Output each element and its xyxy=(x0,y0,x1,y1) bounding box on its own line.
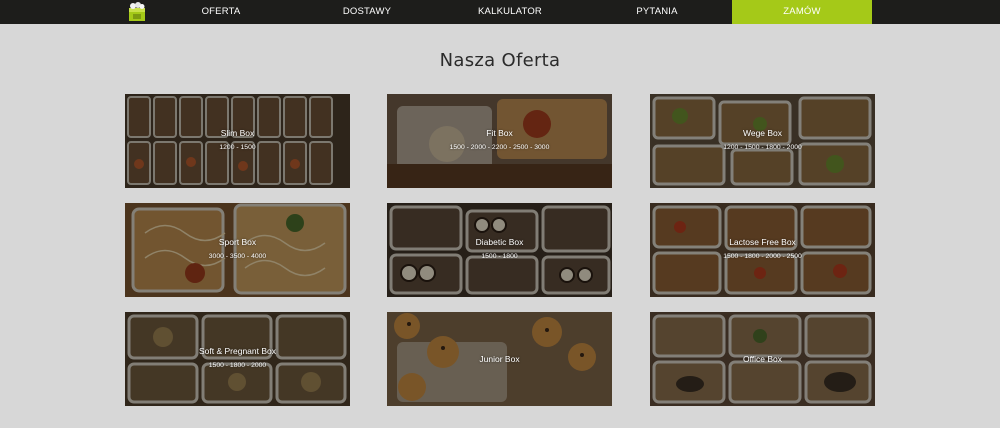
offer-kcal-options: 3000 - 3500 - 4000 xyxy=(208,253,267,260)
offer-kcal-options: 1200 - 1500 - 1800 - 2000 xyxy=(723,144,802,151)
offer-kcal-options: 1200 - 1500 xyxy=(219,144,256,151)
offer-name: Diabetic Box xyxy=(475,237,524,247)
nav-pytania[interactable]: PYTANIA xyxy=(612,0,702,24)
offer-card-wege-box[interactable]: Wege Box 1200 - 1500 - 1800 - 2000 xyxy=(650,94,875,188)
nav-oferta[interactable]: OFERTA xyxy=(178,0,264,24)
card-dark-overlay xyxy=(650,94,875,188)
top-navbar: OFERTA DOSTAWY KALKULATOR PYTANIA ZAMÓW xyxy=(0,0,1000,24)
card-dark-overlay xyxy=(125,203,350,297)
offer-card-fit-box[interactable]: Fit Box 1500 - 2000 - 2200 - 2500 - 3000 xyxy=(387,94,612,188)
offer-card-soft-pregnant-box[interactable]: Soft & Pregnant Box 1500 - 1800 - 2000 xyxy=(125,312,350,406)
page-title: Nasza Oferta xyxy=(439,50,561,71)
offer-card-office-box[interactable]: Office Box xyxy=(650,312,875,406)
offer-name: Lactose Free Box xyxy=(729,237,796,247)
card-dark-overlay xyxy=(650,203,875,297)
nav-kalkulator[interactable]: KALKULATOR xyxy=(465,0,555,24)
order-button[interactable]: ZAMÓW xyxy=(732,0,872,24)
boxed-food-logo-icon[interactable] xyxy=(126,1,148,23)
offer-card-sport-box[interactable]: Sport Box 3000 - 3500 - 4000 xyxy=(125,203,350,297)
offer-name: Wege Box xyxy=(742,128,783,138)
offer-name: Junior Box xyxy=(479,354,520,364)
offer-kcal-options: 1500 - 1800 - 2000 xyxy=(208,362,267,369)
nav-dostawy[interactable]: DOSTAWY xyxy=(322,0,412,24)
offer-name: Slim Box xyxy=(220,128,255,138)
offer-card-diabetic-box[interactable]: Diabetic Box 1500 - 1800 xyxy=(387,203,612,297)
offer-name: Office Box xyxy=(742,354,783,364)
offer-card-slim-box[interactable]: Slim Box 1200 - 1500 xyxy=(125,94,350,188)
card-dark-overlay xyxy=(387,203,612,297)
offer-kcal-options: 1500 - 2000 - 2200 - 2500 - 3000 xyxy=(449,144,550,151)
offer-card-lactose-free-box[interactable]: Lactose Free Box 1500 - 1800 - 2000 - 25… xyxy=(650,203,875,297)
offer-kcal-options: 1500 - 1800 - 2000 - 2500 xyxy=(723,253,802,260)
offer-kcal-options: 1500 - 1800 xyxy=(481,253,518,260)
card-dark-overlay xyxy=(387,94,612,188)
offer-name: Fit Box xyxy=(486,128,513,138)
offer-name: Soft & Pregnant Box xyxy=(198,346,277,356)
card-dark-overlay xyxy=(125,94,350,188)
offer-card-junior-box[interactable]: Junior Box xyxy=(387,312,612,406)
card-dark-overlay xyxy=(125,312,350,406)
offer-name: Sport Box xyxy=(218,237,257,247)
